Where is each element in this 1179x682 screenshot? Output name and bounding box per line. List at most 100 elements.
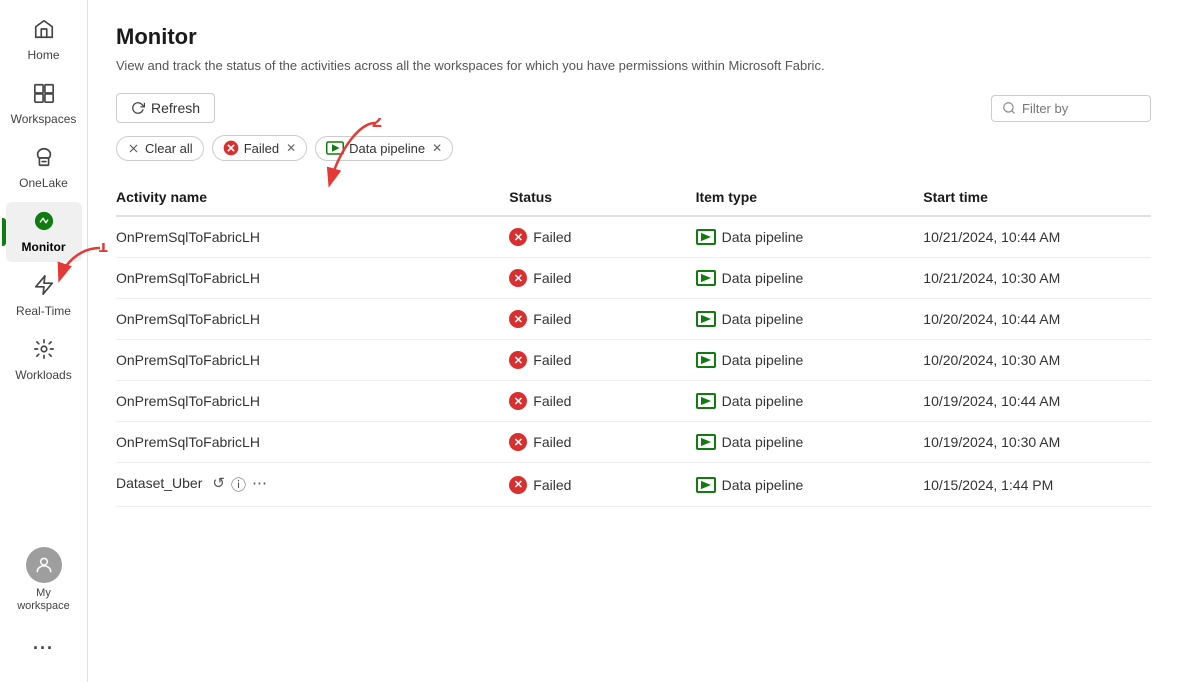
item-type-label: Data pipeline <box>722 270 804 286</box>
cell-item-type: Data pipeline <box>696 258 924 299</box>
more-label: ... <box>33 633 54 654</box>
table-row: OnPremSqlToFabricLH ✕ Failed Data pipeli… <box>116 381 1151 422</box>
sidebar-item-workspaces-label: Workspaces <box>11 112 77 126</box>
sidebar-more[interactable]: ... <box>6 625 82 662</box>
search-icon <box>1002 101 1016 115</box>
cell-status: ✕ Failed <box>509 299 695 340</box>
data-pipeline-chip-icon <box>326 141 344 155</box>
pipeline-icon <box>696 229 716 245</box>
monitor-icon <box>33 210 55 236</box>
table-row: OnPremSqlToFabricLH ✕ Failed Data pipeli… <box>116 340 1151 381</box>
cell-start-time: 10/21/2024, 10:30 AM <box>923 258 1151 299</box>
data-table: Activity name Status Item type Start tim… <box>116 179 1151 507</box>
cell-status: ✕ Failed <box>509 422 695 463</box>
more-button[interactable]: ⋯ <box>252 474 267 495</box>
sidebar-item-workspaces[interactable]: Workspaces <box>6 74 82 134</box>
cell-activity-name: OnPremSqlToFabricLH <box>116 299 509 340</box>
cell-start-time: 10/20/2024, 10:30 AM <box>923 340 1151 381</box>
item-type-label: Data pipeline <box>722 434 804 450</box>
cell-activity-name: OnPremSqlToFabricLH <box>116 258 509 299</box>
pipeline-icon <box>696 311 716 327</box>
cell-start-time: 10/15/2024, 1:44 PM <box>923 463 1151 507</box>
cell-activity-name: OnPremSqlToFabricLH <box>116 216 509 258</box>
refresh-label: Refresh <box>151 100 200 116</box>
table-header-row: Activity name Status Item type Start tim… <box>116 179 1151 216</box>
status-label: Failed <box>533 311 571 327</box>
pipeline-icon <box>696 270 716 286</box>
my-workspace-label: My workspace <box>10 587 78 613</box>
item-type-label: Data pipeline <box>722 393 804 409</box>
sidebar-item-home[interactable]: Home <box>6 10 82 70</box>
col-item-type: Item type <box>696 179 924 216</box>
failed-status-icon: ✕ <box>509 392 527 410</box>
sidebar: Home Workspaces OneLake Monitor <box>0 0 88 682</box>
refresh-button[interactable]: Refresh <box>116 93 215 123</box>
failed-status-icon: ✕ <box>509 310 527 328</box>
workspaces-icon <box>33 82 55 108</box>
failed-status-icon: ✕ <box>509 433 527 451</box>
data-pipeline-chip[interactable]: Data pipeline ✕ <box>315 136 453 161</box>
cell-item-type: Data pipeline <box>696 381 924 422</box>
clear-all-chip[interactable]: Clear all <box>116 136 204 161</box>
item-type-label: Data pipeline <box>722 477 804 493</box>
failed-status-icon: ✕ <box>509 476 527 494</box>
sidebar-item-workloads[interactable]: Workloads <box>6 330 82 390</box>
cell-activity-name: OnPremSqlToFabricLH <box>116 422 509 463</box>
col-status: Status <box>509 179 695 216</box>
item-type-label: Data pipeline <box>722 352 804 368</box>
filter-input[interactable] <box>1022 101 1122 116</box>
table-row: OnPremSqlToFabricLH ✕ Failed Data pipeli… <box>116 258 1151 299</box>
workloads-icon <box>33 338 55 364</box>
clear-all-icon <box>127 142 140 155</box>
cell-activity-name: Dataset_Uber ↺ ⓘ ⋯ <box>116 463 509 507</box>
cell-status: ✕ Failed <box>509 463 695 507</box>
page-subtitle: View and track the status of the activit… <box>116 58 1151 73</box>
cell-start-time: 10/20/2024, 10:44 AM <box>923 299 1151 340</box>
failed-status-icon: ✕ <box>509 269 527 287</box>
cell-activity-name: OnPremSqlToFabricLH <box>116 381 509 422</box>
failed-chip-close[interactable]: ✕ <box>286 141 296 155</box>
table-row: OnPremSqlToFabricLH ✕ Failed Data pipeli… <box>116 299 1151 340</box>
clear-all-label: Clear all <box>145 141 193 156</box>
failed-status-icon: ✕ <box>509 351 527 369</box>
filter-bar: Clear all Failed ✕ Data pipeline ✕ <box>116 135 1151 161</box>
sidebar-item-monitor-label: Monitor <box>22 240 66 254</box>
main-content: Monitor View and track the status of the… <box>88 0 1179 682</box>
sidebar-item-onelake-label: OneLake <box>19 176 68 190</box>
item-type-label: Data pipeline <box>722 311 804 327</box>
pipeline-icon <box>696 434 716 450</box>
sidebar-item-onelake[interactable]: OneLake <box>6 138 82 198</box>
cell-status: ✕ Failed <box>509 216 695 258</box>
status-label: Failed <box>533 270 571 286</box>
status-label: Failed <box>533 393 571 409</box>
sidebar-item-home-label: Home <box>27 48 59 62</box>
failed-status-icon: ✕ <box>509 228 527 246</box>
home-icon <box>33 18 55 44</box>
failed-chip-label: Failed <box>244 141 279 156</box>
cell-activity-name: OnPremSqlToFabricLH <box>116 340 509 381</box>
cell-status: ✕ Failed <box>509 258 695 299</box>
failed-chip[interactable]: Failed ✕ <box>212 135 307 161</box>
sidebar-item-my-workspace[interactable]: My workspace <box>6 539 82 621</box>
status-label: Failed <box>533 229 571 245</box>
sidebar-item-realtime[interactable]: Real-Time <box>6 266 82 326</box>
col-activity-name: Activity name <box>116 179 509 216</box>
cell-status: ✕ Failed <box>509 340 695 381</box>
data-pipeline-chip-close[interactable]: ✕ <box>432 141 442 155</box>
table-row: OnPremSqlToFabricLH ✕ Failed Data pipeli… <box>116 422 1151 463</box>
cell-item-type: Data pipeline <box>696 299 924 340</box>
table-row: Dataset_Uber ↺ ⓘ ⋯ ✕ Failed Data pipelin… <box>116 463 1151 507</box>
refresh-icon <box>131 101 145 115</box>
info-button[interactable]: ⓘ <box>231 474 246 495</box>
cell-start-time: 10/21/2024, 10:44 AM <box>923 216 1151 258</box>
pipeline-icon <box>696 352 716 368</box>
sidebar-item-workloads-label: Workloads <box>15 368 71 382</box>
cell-item-type: Data pipeline <box>696 340 924 381</box>
history-button[interactable]: ↺ <box>212 474 225 495</box>
sidebar-item-monitor[interactable]: Monitor <box>6 202 82 262</box>
cell-item-type: Data pipeline <box>696 422 924 463</box>
table-row: OnPremSqlToFabricLH ✕ Failed Data pipeli… <box>116 216 1151 258</box>
pipeline-icon <box>696 477 716 493</box>
filter-input-wrap[interactable] <box>991 95 1151 122</box>
item-type-label: Data pipeline <box>722 229 804 245</box>
